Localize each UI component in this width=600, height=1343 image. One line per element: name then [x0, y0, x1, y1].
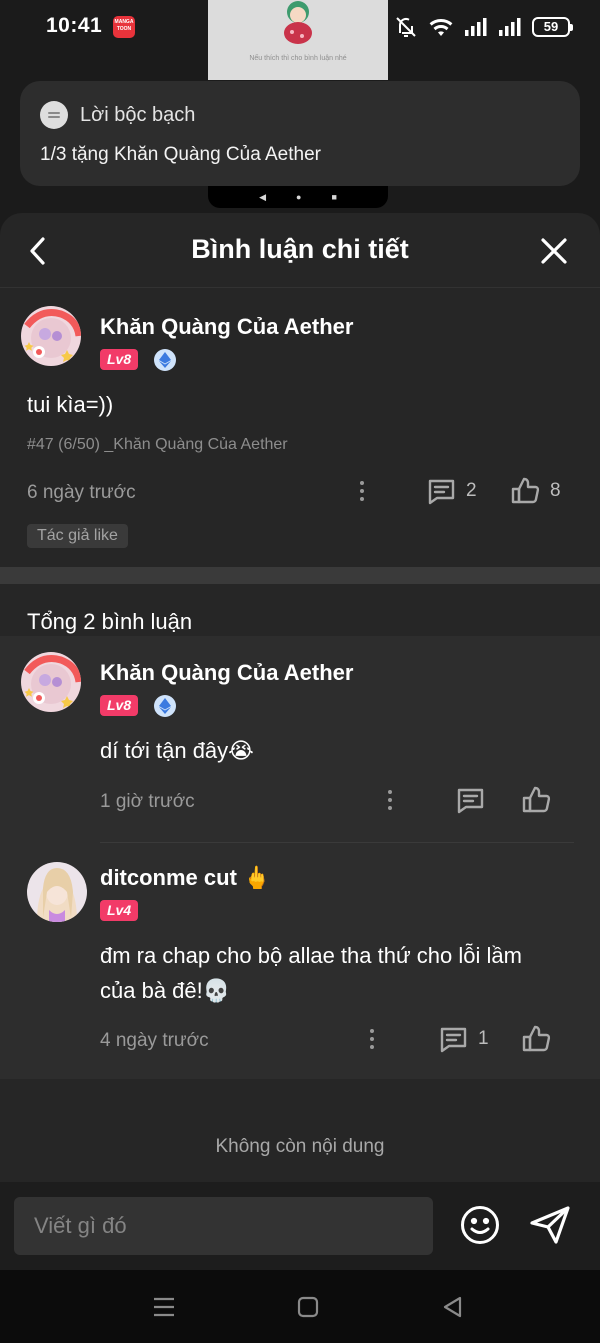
thumbs-up-icon [511, 477, 540, 504]
ethereum-badge-icon [154, 349, 176, 371]
total-comments-label: Tổng 2 bình luận [27, 609, 193, 634]
sheet-header: Bình luận chi tiết [0, 213, 600, 288]
comment-input-bar [0, 1182, 600, 1270]
more-vertical-icon[interactable] [380, 785, 400, 815]
level-badge: Lv8 [100, 349, 139, 370]
like-button[interactable] [522, 784, 551, 816]
replies-list: Khăn Quàng Của Aether Lv8 dí tới tận đây… [0, 636, 600, 1079]
comment-input[interactable] [14, 1197, 433, 1255]
wifi-icon [429, 18, 453, 36]
avatar[interactable] [21, 306, 81, 366]
comment-icon [428, 479, 455, 504]
signal-icon-1 [465, 18, 487, 36]
reply-count: 2 [466, 480, 477, 501]
like-button[interactable]: 8 [511, 475, 561, 507]
notification-text: 1/3 tặng Khăn Quàng Của Aether [40, 144, 321, 165]
comment-icon [440, 1027, 467, 1052]
menu-lines-icon [154, 1297, 174, 1317]
avatar[interactable] [21, 652, 81, 712]
pip-navbar: ◀ ● ■ [208, 186, 388, 208]
author-liked-tag: Tác giả like [27, 524, 128, 548]
comment-username[interactable]: Khăn Quàng Của Aether [100, 314, 353, 340]
comment-icon [457, 788, 484, 813]
status-time: 10:41 [46, 14, 103, 37]
recents-button[interactable] [149, 1294, 179, 1320]
reply-count: 1 [478, 1028, 489, 1049]
comment-meta: #47 (6/50) _Khăn Quàng Của Aether [27, 436, 288, 453]
reply-button[interactable]: 1 [439, 1023, 489, 1055]
home-button[interactable] [293, 1294, 323, 1320]
notification-app-name: Lời bộc bạch [80, 104, 196, 126]
reply-username[interactable]: ditconme cut 🖕 [100, 865, 270, 891]
reply-time: 4 ngày trước [100, 1030, 209, 1051]
section-divider [0, 567, 600, 584]
more-vertical-icon[interactable] [362, 1024, 382, 1054]
avatar[interactable] [27, 862, 87, 922]
battery-indicator: 59 [532, 17, 573, 37]
system-navigation-bar [0, 1270, 600, 1343]
pip-caption: Nếu thích thì cho bình luận nhé [249, 55, 347, 62]
comment-text: tui kìa=)) [27, 392, 114, 417]
more-vertical-icon[interactable] [352, 476, 372, 506]
status-icons: 59 [394, 14, 573, 40]
comment-detail-sheet: Bình luận chi tiết Khăn Quàng Của Aether… [0, 213, 600, 1270]
mute-vibrate-icon [396, 17, 416, 37]
close-button[interactable] [536, 233, 572, 269]
like-count: 8 [550, 480, 561, 501]
comment-time: 6 ngày trước [27, 482, 136, 503]
smiley-icon[interactable] [459, 1204, 501, 1246]
end-of-content-label: Không còn nội dung [215, 1136, 385, 1157]
thumbs-up-icon [522, 786, 551, 813]
mascot-illustration [284, 1, 312, 44]
message-app-icon [40, 101, 68, 129]
pip-home-icon[interactable]: ● [296, 192, 301, 202]
reply-text: dí tới tận đây😭 [100, 738, 254, 763]
reply-username[interactable]: Khăn Quàng Của Aether [100, 660, 353, 686]
reply-text: đm ra chap cho bộ allae tha thứ cho lỗi … [100, 943, 522, 1003]
sheet-title: Bình luận chi tiết [191, 234, 409, 264]
level-badge: Lv8 [100, 695, 139, 716]
close-icon [541, 238, 567, 264]
like-button[interactable] [522, 1023, 551, 1055]
home-square-icon [297, 1296, 319, 1318]
notification-card[interactable]: Lời bộc bạch 1/3 tặng Khăn Quàng Của Aet… [20, 81, 580, 186]
ethereum-badge-icon [154, 695, 176, 717]
divider [100, 842, 574, 843]
level-badge: Lv4 [100, 900, 139, 921]
signal-icon-2 [499, 18, 521, 36]
reply-button[interactable]: 2 [427, 475, 477, 507]
pip-recents-icon[interactable]: ■ [331, 192, 336, 202]
reply-button[interactable] [456, 784, 495, 816]
reply-time: 1 giờ trước [100, 791, 195, 812]
mangatoon-app-icon: MANGA TOON [113, 16, 135, 38]
back-nav-button[interactable] [437, 1294, 467, 1320]
send-icon[interactable] [528, 1204, 572, 1246]
back-triangle-icon [443, 1296, 462, 1318]
thumbs-up-icon [522, 1025, 551, 1052]
pip-video-preview[interactable]: Nếu thích thì cho bình luận nhé [208, 0, 388, 80]
pip-back-icon[interactable]: ◀ [259, 192, 266, 203]
